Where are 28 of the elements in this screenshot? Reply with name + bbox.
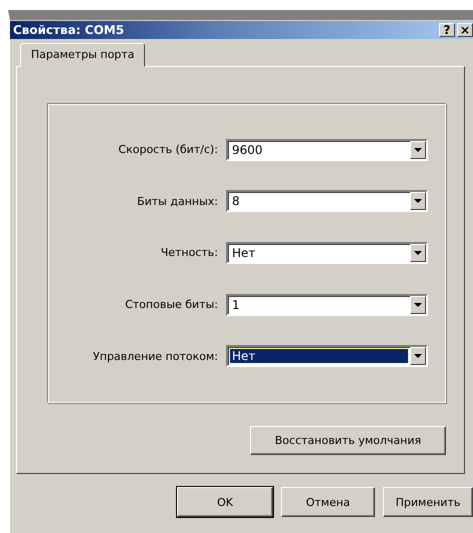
title-bar-button[interactable]: ? <box>439 23 455 37</box>
dropdown-field[interactable]: Нет <box>226 242 428 264</box>
dropdown-button[interactable] <box>410 140 426 159</box>
dropdown-button[interactable] <box>410 347 426 366</box>
dialog-button[interactable]: OK <box>177 487 273 517</box>
caret-icon <box>414 148 422 152</box>
dropdown-field[interactable]: 1 <box>226 294 428 316</box>
title-bar-button[interactable]: × <box>457 23 473 37</box>
caret-icon <box>414 302 422 307</box>
dropdown-button[interactable] <box>410 244 426 262</box>
restore-defaults-button[interactable]: Восстановить умолчания <box>250 426 446 455</box>
dropdown-field[interactable]: 9600 <box>226 138 428 161</box>
caret-icon <box>414 250 422 255</box>
field-label: Биты данных: <box>136 194 219 208</box>
dialog-button[interactable]: Отмена <box>281 487 375 517</box>
dropdown-field[interactable]: 8 <box>226 190 428 212</box>
window-title: Свойства: COM5 <box>13 23 124 37</box>
field-label: Стоповые биты: <box>124 298 219 312</box>
caret-icon <box>414 354 422 358</box>
caret-icon <box>414 199 422 204</box>
dropdown-button[interactable] <box>410 296 426 314</box>
dropdown-field[interactable]: Нет <box>226 345 428 368</box>
field-label: Управление потоком: <box>92 350 219 363</box>
tab[interactable]: Параметры порта <box>20 43 146 67</box>
field-label: Скорость (бит/с): <box>117 143 219 156</box>
dropdown-button[interactable] <box>410 192 426 210</box>
field-label: Четность: <box>160 246 219 260</box>
dialog-button[interactable]: Применить <box>383 487 473 517</box>
